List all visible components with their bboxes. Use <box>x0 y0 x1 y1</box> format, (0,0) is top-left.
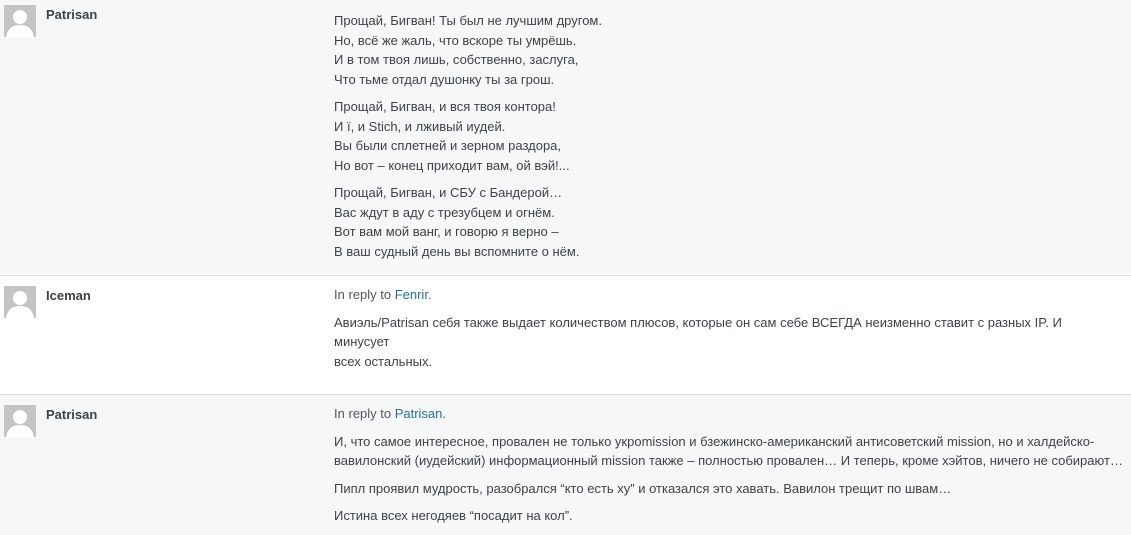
reply-paragraph: Истина всех негодяев “посадит на кол”. <box>334 508 573 523</box>
reply-author[interactable]: Patrisan <box>46 6 97 23</box>
user-avatar-icon[interactable] <box>4 286 36 318</box>
reply-content: In reply to Fenrir. Авиэль/Patrisan себя… <box>334 285 1119 379</box>
in-reply-link[interactable]: Fenrir <box>395 287 428 302</box>
reply-content: Прощай, Бигван! Ты был не лучшим другом.… <box>334 11 1119 269</box>
reply-item: Patrisan In reply to Patrisan. И, что са… <box>0 395 1131 535</box>
reply-paragraph: И, что самое интересное, провален не тол… <box>334 433 1123 469</box>
in-reply-suffix: . <box>427 287 432 302</box>
user-avatar-icon[interactable] <box>4 405 36 437</box>
poem-stanza: Прощай, Бигван! Ты был не лучшим другом.… <box>334 13 602 87</box>
in-reply-to: In reply to Fenrir. <box>334 285 1119 305</box>
poem-stanza: Прощай, Бигван, и СБУ с Бандерой… Вас жд… <box>334 185 580 259</box>
reply-item: Patrisan Прощай, Бигван! Ты был не лучши… <box>0 0 1131 276</box>
poem-stanza: Прощай, Бигван, и вся твоя контора! И ї,… <box>334 99 570 173</box>
in-reply-to: In reply to Patrisan. <box>334 404 1119 424</box>
reply-author[interactable]: Patrisan <box>46 406 97 423</box>
reply-paragraph: Пипл проявил мудрость, разобрался “кто е… <box>334 480 952 496</box>
reply-content: In reply to Patrisan. И, что самое интер… <box>334 404 1123 534</box>
in-reply-prefix: In reply to <box>334 287 395 302</box>
reply-item: Iceman In reply to Fenrir. Авиэль/Patris… <box>0 276 1131 395</box>
in-reply-prefix: In reply to <box>334 406 395 421</box>
reply-author[interactable]: Iceman <box>46 287 91 304</box>
reply-paragraph: Авиэль/Patrisan себя также выдает количе… <box>334 314 1062 369</box>
in-reply-link[interactable]: Patrisan <box>395 406 443 421</box>
in-reply-suffix: . <box>442 406 447 421</box>
user-avatar-icon[interactable] <box>4 5 36 37</box>
